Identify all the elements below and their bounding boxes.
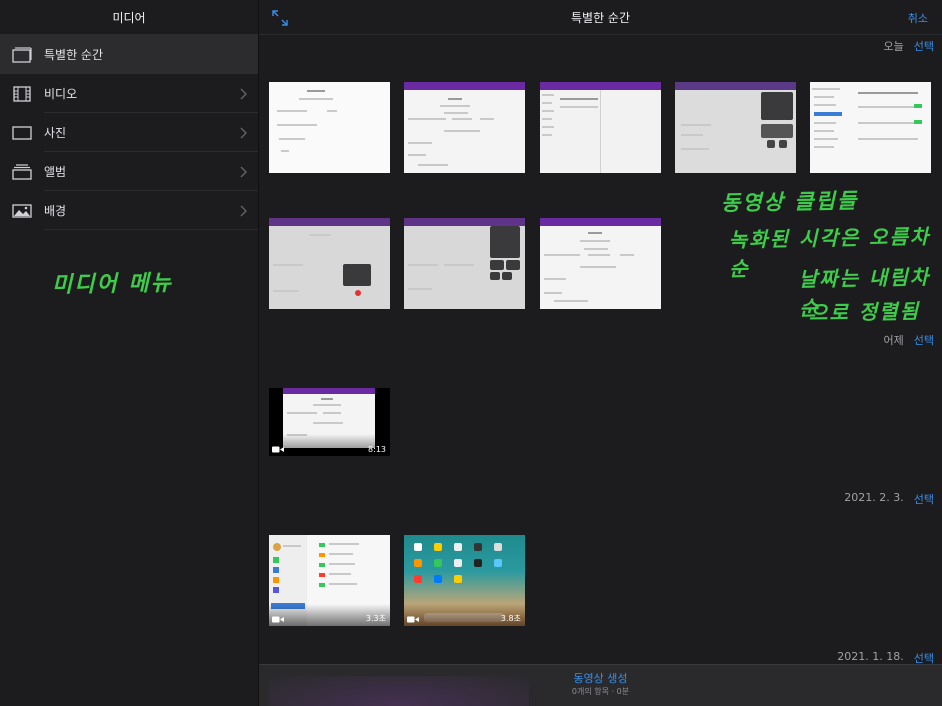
cancel-button[interactable]: 취소 bbox=[908, 10, 928, 26]
photo-frame-icon bbox=[12, 125, 32, 141]
section-header-today: 오늘 선택 bbox=[884, 38, 935, 54]
top-bar: 특별한 순간 취소 bbox=[259, 0, 942, 35]
sidebar-item-video[interactable]: 비디오 bbox=[0, 74, 258, 113]
section-header-feb3: 2021. 2. 3. 선택 bbox=[844, 491, 934, 507]
video-thumbnail[interactable]: 8:13 bbox=[269, 388, 390, 456]
video-thumbnail[interactable]: 3.3초 bbox=[269, 535, 390, 626]
media-menu-annotation: 미디어 메뉴 bbox=[51, 270, 174, 299]
select-button[interactable]: 선택 bbox=[914, 38, 934, 54]
annotation-line: 으로 정렬됨 bbox=[808, 299, 921, 325]
create-movie-bar: 동영상 생성 0개의 항목 · 0분 bbox=[259, 664, 942, 706]
section-date: 오늘 bbox=[883, 40, 904, 53]
video-camera-icon bbox=[407, 616, 419, 623]
chevron-right-icon bbox=[240, 88, 247, 99]
section-date: 어제 bbox=[883, 334, 904, 347]
clip-thumbnail[interactable] bbox=[269, 218, 390, 309]
sidebar-item-label: 배경 bbox=[44, 204, 67, 218]
clip-thumbnail[interactable] bbox=[540, 218, 661, 309]
video-camera-icon bbox=[272, 616, 284, 623]
sidebar-item-label: 사진 bbox=[44, 126, 67, 140]
landscape-image-icon bbox=[12, 203, 32, 219]
film-strip-icon bbox=[12, 85, 32, 102]
sidebar-item-photos[interactable]: 사진 bbox=[0, 113, 258, 152]
album-stack-icon bbox=[12, 163, 32, 180]
sidebar-item-label: 앨범 bbox=[44, 165, 67, 179]
sidebar-item-label: 특별한 순간 bbox=[44, 48, 104, 62]
sidebar-item-label: 비디오 bbox=[44, 87, 78, 101]
clip-thumbnail[interactable] bbox=[404, 82, 525, 173]
page-title: 특별한 순간 bbox=[570, 11, 630, 25]
video-duration: 8:13 bbox=[368, 445, 386, 454]
select-button[interactable]: 선택 bbox=[914, 491, 934, 507]
video-thumbnail[interactable]: 3.8초 bbox=[404, 535, 525, 626]
sidebar-title: 미디어 bbox=[0, 0, 258, 35]
video-camera-icon bbox=[272, 446, 284, 453]
selection-summary: 0개의 항목 · 0분 bbox=[571, 687, 630, 696]
chevron-right-icon bbox=[240, 205, 247, 216]
annotation-line: 동영상 클립들 bbox=[720, 188, 859, 216]
chevron-right-icon bbox=[240, 166, 247, 177]
sidebar-item-moments[interactable]: 특별한 순간 bbox=[0, 35, 258, 74]
section-header-yesterday: 어제 선택 bbox=[884, 332, 935, 348]
video-duration: 3.8초 bbox=[500, 614, 521, 623]
sidebar-item-albums[interactable]: 앨범 bbox=[0, 152, 258, 191]
video-duration: 3.3초 bbox=[365, 614, 386, 623]
sidebar-item-backgrounds[interactable]: 배경 bbox=[0, 191, 258, 230]
clip-thumbnail[interactable] bbox=[269, 82, 390, 173]
section-date: 2021. 2. 3. bbox=[844, 491, 904, 504]
moments-icon bbox=[12, 46, 32, 63]
clip-thumbnail[interactable] bbox=[810, 82, 931, 173]
chevron-right-icon bbox=[240, 127, 247, 138]
clip-thumbnail[interactable] bbox=[540, 82, 661, 173]
select-button[interactable]: 선택 bbox=[914, 332, 934, 348]
clip-thumbnail[interactable] bbox=[675, 82, 796, 173]
moments-view: 특별한 순간 취소 오늘 선택 동영상 클립들 녹화된 시각은 오름차순 날짜는… bbox=[259, 0, 942, 706]
clip-thumbnail[interactable] bbox=[404, 218, 525, 309]
create-movie-button[interactable]: 동영상 생성 bbox=[259, 670, 942, 686]
sidebar: 미디어 특별한 순간 비디오 사진 앨범 배경 미디어 메뉴 bbox=[0, 0, 259, 706]
